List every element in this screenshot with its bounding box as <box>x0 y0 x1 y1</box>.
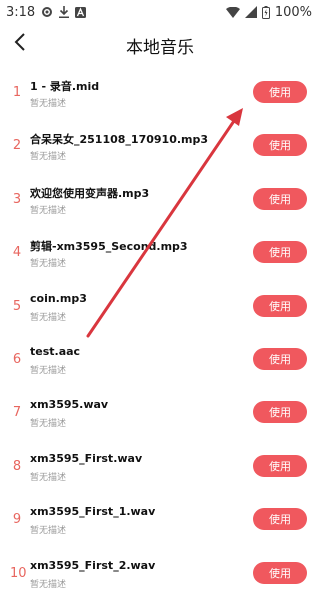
item-filename: xm3595_First_1.wav <box>30 505 156 519</box>
item-description: 暂无描述 <box>30 472 67 483</box>
list-item: 8 xm3595_First.wav 暂无描述 使用 <box>0 440 320 493</box>
list-item: 6 test.aac 暂无描述 使用 <box>0 333 320 386</box>
gear-icon <box>41 6 53 18</box>
use-button[interactable]: 使用 <box>253 241 307 264</box>
item-filename: xm3595_First_2.wav <box>30 558 156 572</box>
item-description: 暂无描述 <box>30 152 67 163</box>
back-chevron-icon <box>14 33 26 55</box>
use-button[interactable]: 使用 <box>253 561 307 584</box>
item-filename: coin.mp3 <box>30 291 87 305</box>
item-description: 暂无描述 <box>30 205 67 216</box>
item-index: 5 <box>12 298 22 314</box>
back-button[interactable] <box>8 32 32 56</box>
item-index: 4 <box>12 245 22 261</box>
item-description: 暂无描述 <box>30 419 67 430</box>
use-button[interactable]: 使用 <box>253 508 307 531</box>
item-filename: 欢迎您使用变声器.mp3 <box>30 186 150 200</box>
signal-icon <box>244 6 257 18</box>
item-filename: 合呆呆女_251108_170910.mp3 <box>30 133 209 147</box>
status-bar: 3:18 100% <box>0 0 320 24</box>
download-icon <box>59 6 70 18</box>
wifi-icon <box>225 6 240 18</box>
item-description: 暂无描述 <box>30 259 67 270</box>
use-button[interactable]: 使用 <box>253 347 307 370</box>
item-filename: test.aac <box>30 344 81 358</box>
list-item: 4 剪辑-xm3595_Second.mp3 暂无描述 使用 <box>0 226 320 279</box>
item-index: 8 <box>12 458 22 474</box>
item-index: 9 <box>12 512 22 528</box>
item-filename: xm3595_First.wav <box>30 451 143 465</box>
notification-a-icon <box>75 6 87 18</box>
page-title: 本地音乐 <box>126 37 194 58</box>
list-item: 1 1 - 录音.mid 暂无描述 使用 <box>0 66 320 119</box>
item-filename: 剪辑-xm3595_Second.mp3 <box>30 240 188 254</box>
use-button[interactable]: 使用 <box>253 81 307 103</box>
music-list: 11 - 录音.mid 暂无描述 使用 2 合呆呆女_251108_170910.mp3… <box>0 66 320 600</box>
item-index: 7 <box>12 405 22 421</box>
item-filename: 1 - 录音.mid <box>30 80 100 93</box>
status-time: 3:18 <box>6 4 36 20</box>
battery-icon <box>261 5 270 19</box>
item-filename: xm3595.wav <box>30 398 109 412</box>
use-button[interactable]: 使用 <box>253 134 307 157</box>
item-description: 暂无描述 <box>30 312 67 323</box>
use-button[interactable]: 使用 <box>253 454 307 477</box>
item-index: 6 <box>12 351 22 367</box>
item-description: 暂无描述 <box>30 365 67 376</box>
list-item: 10 xm3595_First_2.wav 暂无描述 使用 <box>0 547 320 600</box>
status-bar-right: 100% <box>225 4 312 20</box>
list-item: 3 欢迎您使用变声器.mp3 暂无描述 使用 <box>0 173 320 226</box>
use-button[interactable]: 使用 <box>253 294 307 317</box>
item-description: 暂无描述 <box>30 579 67 590</box>
list-item: 2 合呆呆女_251108_170910.mp3 暂无描述 使用 <box>0 119 320 172</box>
status-bar-left: 3:18 <box>6 4 87 20</box>
use-button[interactable]: 使用 <box>253 401 307 424</box>
item-description: 暂无描述 <box>30 526 67 537</box>
item-description: 暂无描述 <box>30 99 67 109</box>
use-button[interactable]: 使用 <box>253 187 307 210</box>
list-item: 5 coin.mp3 暂无描述 使用 <box>0 280 320 333</box>
list-item: 7 xm3595.wav 暂无描述 使用 <box>0 386 320 439</box>
item-index: 3 <box>12 191 22 207</box>
nav-bar: 本地音乐 <box>0 24 320 66</box>
item-index: 1 <box>12 85 22 100</box>
item-index: 2 <box>12 138 22 154</box>
list-item: 9 xm3595_First_1.wav 暂无描述 使用 <box>0 493 320 546</box>
battery-percent: 100% <box>274 4 312 20</box>
